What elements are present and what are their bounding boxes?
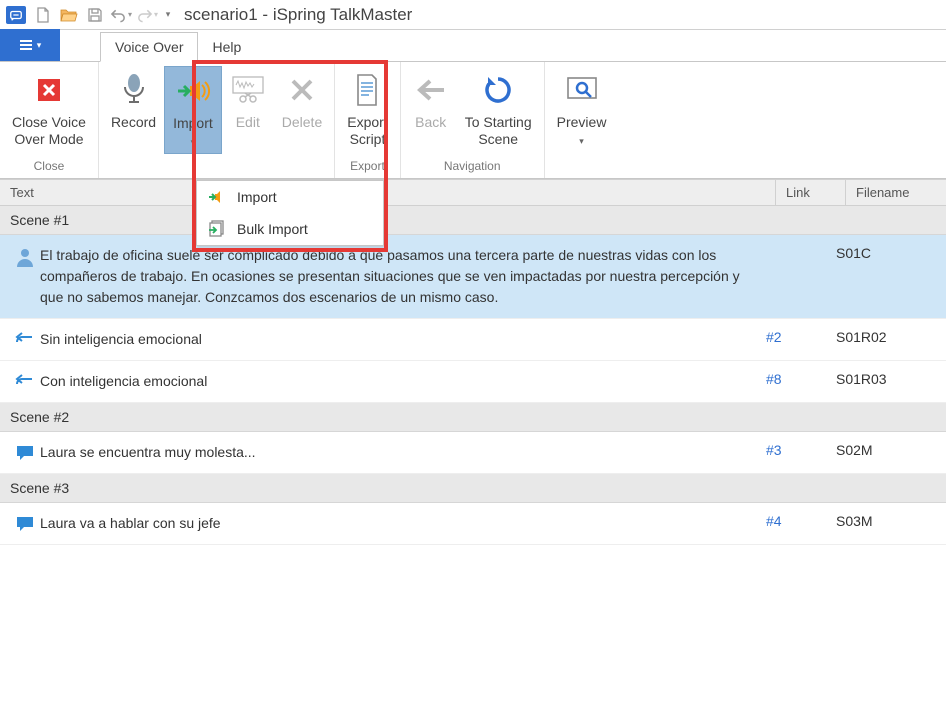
save-icon[interactable] xyxy=(84,4,106,26)
table-row[interactable]: Sin inteligencia emocional#2S01R02 xyxy=(0,319,946,361)
grid-header: Text Link Filename xyxy=(0,179,946,206)
file-menu-button[interactable]: ▾ xyxy=(0,29,60,61)
export-script-button[interactable]: Export Script xyxy=(339,66,395,154)
table-row[interactable]: Laura va a hablar con su jefe#4S03M xyxy=(0,503,946,545)
tab-voice-over[interactable]: Voice Over xyxy=(100,32,198,62)
row-link[interactable]: #4 xyxy=(766,513,836,529)
scene-header[interactable]: Scene #2 xyxy=(0,403,946,432)
table-row[interactable]: Laura se encuentra muy molesta...#3S02M xyxy=(0,432,946,474)
row-filename: S02M xyxy=(836,442,936,458)
refresh-icon xyxy=(482,70,514,110)
bulk-import-icon xyxy=(207,219,227,239)
waveform-scissors-icon xyxy=(231,70,265,110)
ribbon: Close Voice Over Mode Close Record Impor… xyxy=(0,62,946,179)
qat-customize-icon[interactable]: ▾ xyxy=(162,4,174,26)
row-filename: S01C xyxy=(836,245,936,261)
redo-icon[interactable]: ▾ xyxy=(136,4,158,26)
row-text: Sin inteligencia emocional xyxy=(40,329,766,350)
scene-header[interactable]: Scene #3 xyxy=(0,474,946,503)
import-dropdown-menu: Import Bulk Import xyxy=(196,180,384,246)
row-link[interactable]: #2 xyxy=(766,329,836,345)
edit-button: Edit xyxy=(222,66,274,154)
microphone-icon xyxy=(120,70,148,110)
document-icon xyxy=(353,70,381,110)
close-voice-over-button[interactable]: Close Voice Over Mode xyxy=(4,66,94,154)
ribbon-group-preview: Preview▾ xyxy=(545,62,619,178)
close-icon xyxy=(34,70,64,110)
delete-button: Delete xyxy=(274,66,330,154)
reply-icon xyxy=(10,329,40,347)
title-bar: ▾ ▾ ▾ scenario1 - iSpring TalkMaster xyxy=(0,0,946,30)
message-icon xyxy=(10,442,40,462)
row-text: El trabajo de oficina suele ser complica… xyxy=(40,245,766,308)
ribbon-group-audio: Record Import▾ Edit Delete xyxy=(99,62,335,178)
bulk-import-menu-item[interactable]: Bulk Import xyxy=(197,213,383,245)
quick-access-toolbar: ▾ ▾ ▾ xyxy=(32,4,174,26)
record-button[interactable]: Record xyxy=(103,66,164,154)
import-button[interactable]: Import▾ xyxy=(164,66,222,154)
chevron-down-icon: ▾ xyxy=(579,136,584,146)
speaker-import-small-icon xyxy=(207,187,227,207)
reply-icon xyxy=(10,371,40,389)
ribbon-group-close: Close Voice Over Mode Close xyxy=(0,62,99,178)
row-text: Laura va a hablar con su jefe xyxy=(40,513,766,534)
row-link[interactable]: #3 xyxy=(766,442,836,458)
to-starting-scene-button[interactable]: To Starting Scene xyxy=(457,66,540,154)
tab-help[interactable]: Help xyxy=(198,33,255,61)
arrow-left-icon xyxy=(416,70,446,110)
app-icon xyxy=(6,6,26,24)
column-header-link[interactable]: Link xyxy=(776,180,846,205)
column-header-text[interactable]: Text xyxy=(0,180,776,205)
table-row[interactable]: Con inteligencia emocional#8S01R03 xyxy=(0,361,946,403)
tab-strip: ▾ Voice Over Help xyxy=(0,30,946,62)
preview-icon xyxy=(565,70,599,110)
column-header-filename[interactable]: Filename xyxy=(846,180,946,205)
row-filename: S01R02 xyxy=(836,329,936,345)
table-row[interactable]: El trabajo de oficina suele ser complica… xyxy=(0,235,946,319)
window-title: scenario1 - iSpring TalkMaster xyxy=(184,5,412,25)
row-link[interactable]: #8 xyxy=(766,371,836,387)
row-text: Con inteligencia emocional xyxy=(40,371,766,392)
row-filename: S01R03 xyxy=(836,371,936,387)
row-text: Laura se encuentra muy molesta... xyxy=(40,442,766,463)
speaker-import-icon xyxy=(176,71,210,111)
scene-header[interactable]: Scene #1 xyxy=(0,206,946,235)
ribbon-group-export: Export Script Export xyxy=(335,62,400,178)
import-menu-item[interactable]: Import xyxy=(197,181,383,213)
ribbon-group-navigation: Back To Starting Scene Navigation xyxy=(401,62,545,178)
open-folder-icon[interactable] xyxy=(58,4,80,26)
delete-x-icon xyxy=(287,70,317,110)
undo-icon[interactable]: ▾ xyxy=(110,4,132,26)
message-icon xyxy=(10,513,40,533)
row-filename: S03M xyxy=(836,513,936,529)
back-button: Back xyxy=(405,66,457,154)
grid-body: Scene #1 El trabajo de oficina suele ser … xyxy=(0,206,946,545)
chevron-down-icon: ▾ xyxy=(191,137,196,147)
preview-button[interactable]: Preview▾ xyxy=(549,66,615,154)
person-icon xyxy=(10,245,40,267)
new-file-icon[interactable] xyxy=(32,4,54,26)
